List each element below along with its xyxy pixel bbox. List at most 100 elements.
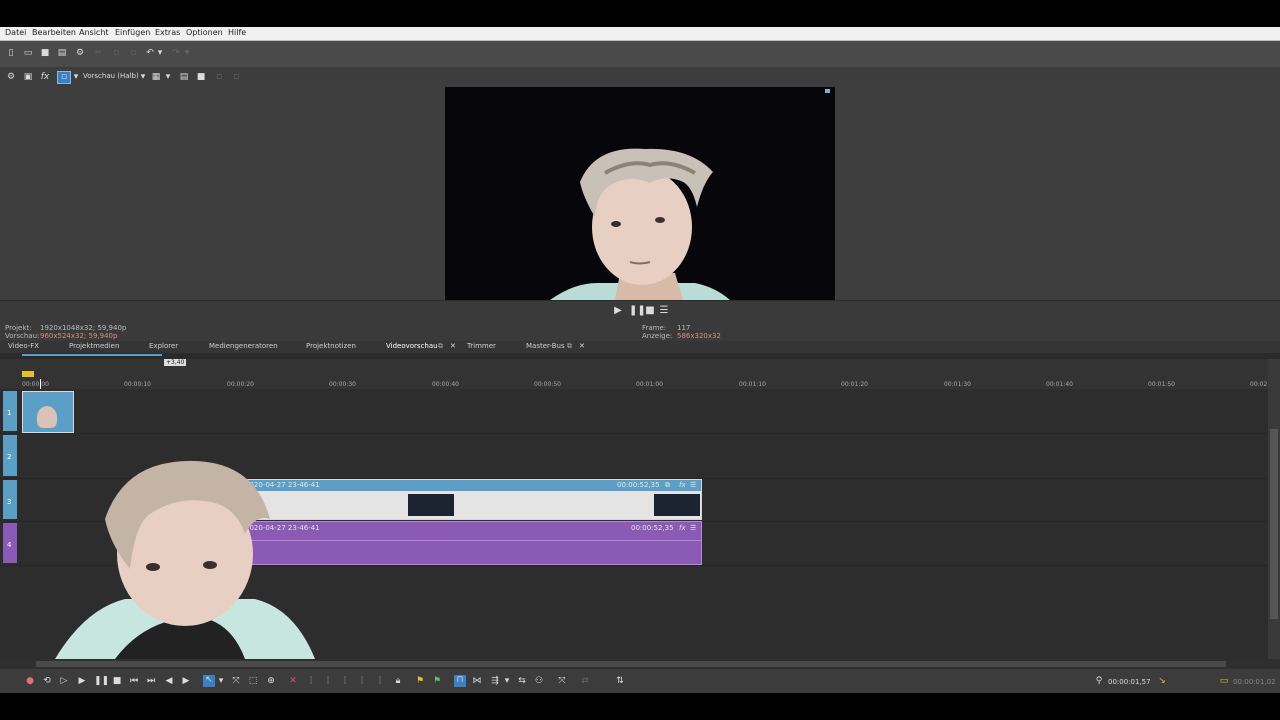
quality-dropdown-icon[interactable]: ▾ [140, 72, 146, 82]
close-master-icon[interactable]: ✕ [579, 342, 585, 350]
previous-frame-icon[interactable]: ◀ [164, 676, 174, 686]
clip-crop-icon[interactable]: ⧉ [665, 481, 670, 490]
external-monitor-icon[interactable]: ▣ [23, 72, 33, 82]
track-1[interactable]: 1 [0, 389, 1270, 434]
overlays-dropdown-icon[interactable]: ▾ [165, 72, 171, 82]
tab-projektmedien[interactable]: Projektmedien [69, 342, 119, 350]
insert-region-icon[interactable]: ⚑ [432, 676, 442, 686]
tab-master-bus[interactable]: Master-Bus [526, 342, 565, 350]
trim-icon[interactable]: ⫿ [306, 676, 316, 686]
mixer-icon[interactable]: ⇅ [615, 676, 625, 686]
ripple-icon[interactable]: ⫿ [375, 676, 385, 686]
redo-icon[interactable]: ↷ [171, 48, 181, 58]
adjust-size-icon[interactable]: ▫ [214, 72, 224, 82]
sync-icon[interactable]: ⇄ [580, 676, 590, 686]
normal-edit-tool-icon[interactable]: ↖ [203, 675, 215, 687]
undo-icon[interactable]: ↶ [145, 48, 155, 58]
selection-length[interactable]: 00:00:01,02 [1233, 678, 1276, 686]
track-header[interactable]: 2 [3, 435, 17, 476]
redo-dropdown-icon[interactable]: ▾ [184, 48, 190, 58]
play-icon[interactable]: ▶ [613, 306, 623, 316]
track-header[interactable]: 3 [3, 480, 17, 519]
render-icon[interactable]: ▤ [57, 48, 67, 58]
timeline-stop-icon[interactable]: ■ [112, 676, 122, 686]
copy-snapshot-icon[interactable]: ▤ [179, 72, 189, 82]
properties-gear-icon[interactable]: ⚙ [75, 48, 85, 58]
timeline-ruler[interactable]: +3,40 00:00:00 00:00:10 00:00:20 00:00:3… [0, 359, 1280, 389]
track-header[interactable]: 1 [3, 391, 17, 431]
save-icon[interactable]: ■ [40, 48, 50, 58]
auto-ripple-icon[interactable]: ⇶ [490, 676, 500, 686]
go-to-end-icon[interactable]: ⏭ [146, 676, 156, 686]
overview-bar[interactable] [22, 354, 162, 356]
go-to-start-icon[interactable]: ⏮ [129, 676, 139, 686]
menu-optionen[interactable]: Optionen [186, 28, 223, 37]
menu-ansicht[interactable]: Ansicht [79, 28, 109, 37]
open-folder-icon[interactable]: ▭ [23, 48, 33, 58]
scroll-thumb[interactable] [1270, 429, 1278, 619]
audio-menu-icon[interactable]: ☰ [690, 524, 696, 532]
ignore-grouping-icon[interactable]: ⚇ [534, 676, 544, 686]
tab-projektnotizen[interactable]: Projektnotizen [306, 342, 356, 350]
auto-crossfade-icon[interactable]: ⋈ [472, 676, 482, 686]
tab-video-fx[interactable]: Video-FX [8, 342, 39, 350]
trim-end-icon[interactable]: ⫿ [340, 676, 350, 686]
lock-icon[interactable]: 🔒︎ [393, 676, 403, 686]
split-dropdown-icon[interactable]: ▾ [73, 72, 79, 82]
clip-fx-icon[interactable]: fx [679, 481, 686, 489]
marker-flag-icon[interactable] [22, 371, 34, 377]
play-from-start-icon[interactable]: ▷ [59, 676, 69, 686]
cursor-time[interactable]: 00:00:01,57 [1108, 678, 1151, 686]
snapping-icon[interactable]: ⊓ [454, 675, 466, 687]
insert-marker-icon[interactable]: ⚑ [415, 676, 425, 686]
split-screen-icon[interactable]: ▫ [57, 71, 71, 84]
undo-dropdown-icon[interactable]: ▾ [157, 48, 163, 58]
delete-icon[interactable]: ✕ [288, 676, 298, 686]
envelope-tool-icon[interactable]: ⤧ [231, 676, 241, 686]
zoom-preview-icon[interactable]: ▫ [231, 72, 241, 82]
lock-envelopes-icon[interactable]: ⇆ [517, 676, 527, 686]
menu-extras[interactable]: Extras [155, 28, 180, 37]
timeline-play-icon[interactable]: ▶ [77, 676, 87, 686]
selection-tool-icon[interactable]: ⬚ [248, 676, 258, 686]
copy-icon[interactable]: ▫ [111, 48, 121, 58]
paste-icon[interactable]: ▫ [128, 48, 138, 58]
track-header[interactable]: 4 [3, 523, 17, 563]
horizontal-scrollbar[interactable] [0, 659, 1280, 669]
preview-properties-icon[interactable]: ⚙ [6, 72, 16, 82]
ripple-dropdown-icon[interactable]: ▾ [504, 676, 510, 686]
h-scroll-thumb[interactable] [36, 661, 1226, 667]
new-file-icon[interactable]: ▯ [6, 48, 16, 58]
save-snapshot-icon[interactable]: ■ [196, 72, 206, 82]
vertical-scrollbar[interactable] [1268, 359, 1280, 659]
stop-icon[interactable]: ■ [645, 306, 655, 316]
clip-menu-icon[interactable]: ☰ [690, 481, 696, 489]
tab-mediengeneratoren[interactable]: Mediengeneratoren [209, 342, 278, 350]
trim-start-icon[interactable]: ⫿ [323, 676, 333, 686]
next-frame-icon[interactable]: ▶ [181, 676, 191, 686]
audio-fx-icon[interactable]: fx [679, 524, 686, 532]
menu-einfuegen[interactable]: Einfügen [115, 28, 150, 37]
close-tab-icon[interactable]: ✕ [450, 342, 456, 350]
menu-hilfe[interactable]: Hilfe [228, 28, 246, 37]
event-pan-crop-icon[interactable]: ⤧ [557, 676, 567, 686]
menu-bearbeiten[interactable]: Bearbeiten [32, 28, 76, 37]
undock-master-icon[interactable]: ⧉ [567, 342, 572, 351]
timeline-pause-icon[interactable]: ❚❚ [94, 676, 109, 686]
video-fx-icon[interactable]: fx [40, 72, 50, 82]
video-clip-thumb[interactable] [22, 391, 74, 433]
record-icon[interactable]: ● [25, 676, 35, 686]
menu-datei[interactable]: Datei [5, 28, 26, 37]
tab-videovorschau[interactable]: Videovorschau [386, 342, 438, 350]
undock-icon[interactable]: ⧉ [438, 342, 443, 351]
zoom-tool-icon[interactable]: ⊕ [266, 676, 276, 686]
edit-tool-dropdown-icon[interactable]: ▾ [218, 676, 224, 686]
tab-explorer[interactable]: Explorer [149, 342, 178, 350]
playhead[interactable] [40, 379, 41, 389]
preview-quality-select[interactable]: Vorschau (Halb) [83, 72, 139, 80]
loop-icon[interactable]: ⟲ [42, 676, 52, 686]
tab-trimmer[interactable]: Trimmer [467, 342, 496, 350]
split-icon[interactable]: ⫿ [357, 676, 367, 686]
pause-icon[interactable]: ❚❚ [629, 306, 646, 316]
overlays-grid-icon[interactable]: ▦ [151, 72, 161, 82]
